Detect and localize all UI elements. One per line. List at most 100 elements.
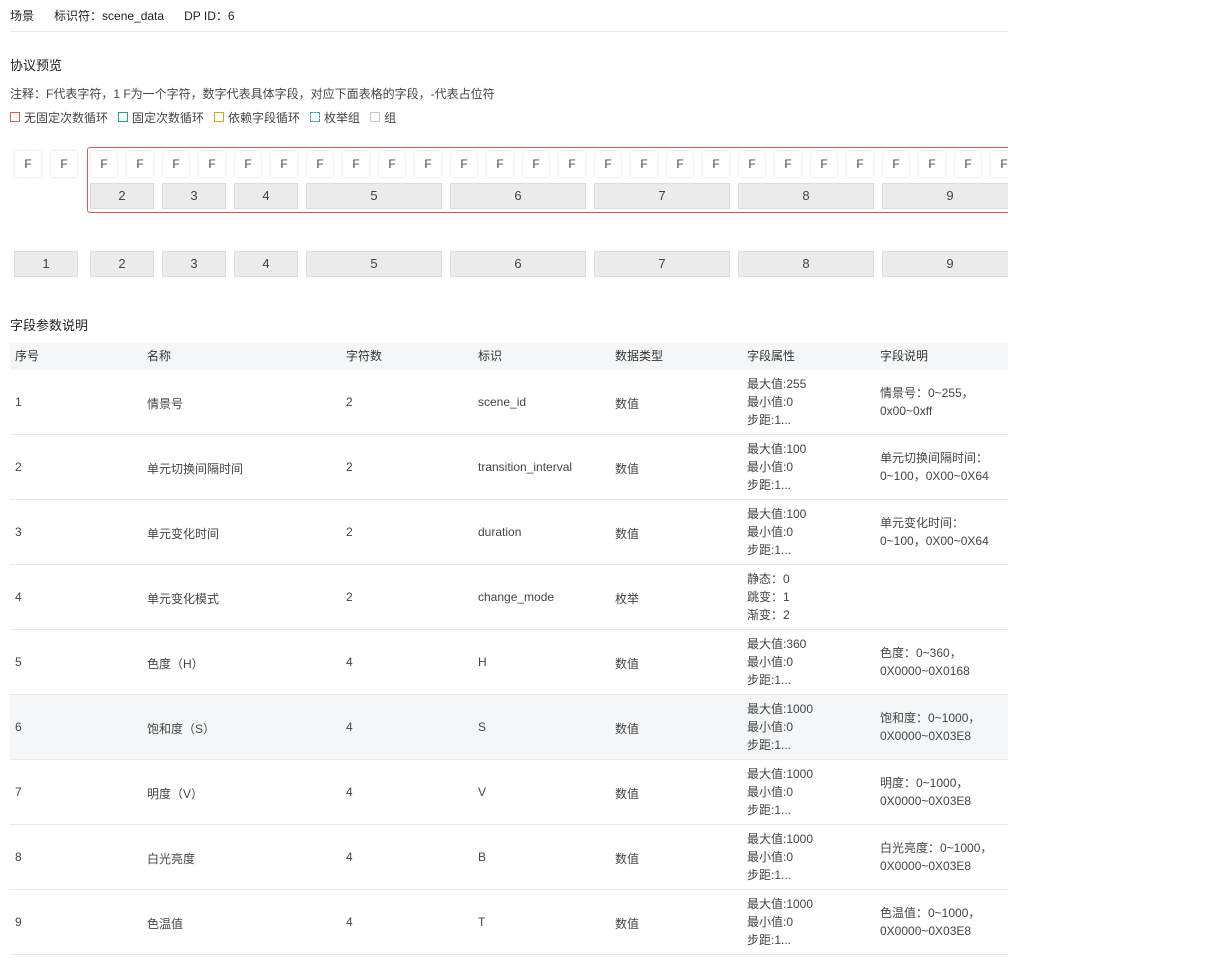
cell-data-type: 数值: [615, 787, 640, 801]
cell-attrs: 最大值:100 最小值:0 步距:1...: [747, 505, 806, 559]
attr-line: 最小值:0: [747, 785, 794, 799]
char-box: F: [883, 151, 909, 177]
legend-swatch: [10, 112, 20, 122]
cell-attrs: 最大值:1000 最小值:0 步距:1...: [747, 700, 813, 754]
attr-line: 步距:1...: [747, 413, 792, 427]
loop-field-2: 2: [90, 183, 154, 209]
legend: 无固定次数循环 固定次数循环 依赖字段循环 枚举组 组: [10, 109, 406, 126]
cell-no: 6: [15, 720, 22, 734]
table-row: 7 明度（V） 4 V 数值 最大值:1000 最小值:0 步距:1... 明度：0~1000，…: [10, 760, 1008, 825]
char-box: F: [343, 151, 369, 177]
cell-desc: 明度：0~1000， 0X0000~0X03E8: [880, 774, 971, 810]
attr-line: 最大值:255: [747, 377, 807, 391]
loop-field-3: 3: [162, 183, 226, 209]
attr-line: 最大值:360: [747, 637, 807, 651]
table-row: 4 单元变化模式 2 change_mode 枚举 静态：0 跳变：1 渐变：2: [10, 565, 1008, 630]
desc-line: 0X0000~0X03E8: [880, 794, 972, 808]
loop-field-9: 9: [882, 183, 1008, 209]
table-row: 2 单元切换间隔时间 2 transition_interval 数值 最大值:100 最小…: [10, 435, 1008, 500]
table-row: 5 色度（H） 4 H 数值 最大值:360 最小值:0 步距:1... 色度：0~360， 0X…: [10, 630, 1008, 695]
char-box: F: [307, 151, 333, 177]
fields-title: 字段参数说明: [10, 318, 89, 333]
char-box: F: [775, 151, 801, 177]
legend-item: 依赖字段循环: [214, 109, 300, 126]
desc-line: 色温值：0~1000，: [880, 906, 981, 920]
cell-no: 9: [15, 915, 22, 929]
cell-identifier: B: [478, 850, 487, 864]
attr-line: 步距:1...: [747, 738, 792, 752]
desc-line: 0X0000~0X03E8: [880, 859, 972, 873]
cell-desc: 饱和度：0~1000， 0X0000~0X03E8: [880, 709, 980, 745]
cell-desc: 色度：0~360， 0X0000~0X0168: [880, 644, 970, 680]
cell-attrs: 最大值:1000 最小值:0 步距:1...: [747, 895, 813, 949]
cell-no: 4: [15, 590, 22, 604]
cell-no: 8: [15, 850, 22, 864]
char-box: F: [235, 151, 261, 177]
cell-attrs: 最大值:360 最小值:0 步距:1...: [747, 635, 806, 689]
desc-line: 白光亮度：0~1000，: [880, 841, 993, 855]
cell-chars: 2: [346, 395, 353, 409]
cell-identifier: scene_id: [478, 395, 527, 409]
char-box: F: [703, 151, 729, 177]
field-4: 4: [234, 251, 298, 277]
char-box: F: [51, 151, 77, 177]
attr-line: 步距:1...: [747, 868, 792, 882]
cell-attrs: 最大值:100 最小值:0 步距:1...: [747, 440, 806, 494]
legend-item: 组: [370, 109, 396, 126]
col-attrs: 字段属性: [747, 349, 796, 363]
char-box: F: [919, 151, 945, 177]
cell-chars: 2: [346, 525, 353, 539]
char-box: F: [379, 151, 405, 177]
cell-attrs: 最大值:1000 最小值:0 步距:1...: [747, 765, 813, 819]
cell-name: 饱和度（S）: [147, 722, 216, 736]
col-chars: 字符数: [346, 349, 383, 363]
cell-identifier: duration: [478, 525, 522, 539]
attr-line: 最大值:100: [747, 507, 807, 521]
cell-name: 色温值: [147, 917, 184, 931]
char-box: F: [199, 151, 225, 177]
attr-line: 最小值:0: [747, 915, 794, 929]
cell-chars: 4: [346, 720, 353, 734]
cell-data-type: 数值: [615, 722, 640, 736]
preview-title: 协议预览: [10, 58, 63, 73]
cell-desc: 白光亮度：0~1000， 0X0000~0X03E8: [880, 839, 992, 875]
table-row: 6 饱和度（S） 4 S 数值 最大值:1000 最小值:0 步距:1... 饱和度：0~100…: [10, 695, 1008, 760]
cell-data-type: 数值: [615, 917, 640, 931]
desc-line: 色度：0~360，: [880, 646, 962, 660]
cell-chars: 4: [346, 785, 353, 799]
cell-no: 2: [15, 460, 22, 474]
desc-line: 0X0000~0X03E8: [880, 729, 972, 743]
identifier-text: 标识符：scene_data: [54, 8, 165, 23]
cell-data-type: 数值: [615, 462, 640, 476]
desc-line: 0~100，0X00~0X64: [880, 534, 989, 548]
attr-line: 步距:1...: [747, 803, 792, 817]
cell-data-type: 数值: [615, 397, 640, 411]
col-identifier: 标识: [478, 349, 503, 363]
cell-identifier: change_mode: [478, 590, 555, 604]
cell-no: 5: [15, 655, 22, 669]
char-box: F: [163, 151, 189, 177]
attr-line: 最小值:0: [747, 525, 794, 539]
attr-line: 最大值:1000: [747, 702, 814, 716]
desc-line: 0X0000~0X03E8: [880, 924, 972, 938]
cell-data-type: 数值: [615, 527, 640, 541]
cell-desc: 情景号：0~255， 0x00~0xff: [880, 384, 974, 420]
col-data-type: 数据类型: [615, 349, 664, 363]
dp-header: 场景 标识符：scene_data DP ID：6: [10, 7, 235, 23]
field-3: 3: [162, 251, 226, 277]
desc-line: 0~100，0X00~0X64: [880, 469, 989, 483]
legend-item: 固定次数循环: [118, 109, 204, 126]
header-divider: [10, 31, 1008, 32]
field-7: 7: [594, 251, 730, 277]
cell-desc: 单元变化时间： 0~100，0X00~0X64: [880, 514, 989, 550]
attr-line: 最小值:0: [747, 655, 794, 669]
legend-label: 固定次数循环: [132, 110, 205, 125]
protocol-page: 场景 标识符：scene_data DP ID：6 协议预览 注释：F代表字符，…: [0, 0, 1008, 976]
cell-desc: 色温值：0~1000， 0X0000~0X03E8: [880, 904, 980, 940]
attr-line: 渐变：2: [747, 608, 790, 622]
loop-field-6: 6: [450, 183, 586, 209]
cell-data-type: 枚举: [615, 592, 640, 606]
char-box: F: [487, 151, 513, 177]
attr-line: 跳变：1: [747, 590, 790, 604]
legend-swatch: [214, 112, 225, 122]
